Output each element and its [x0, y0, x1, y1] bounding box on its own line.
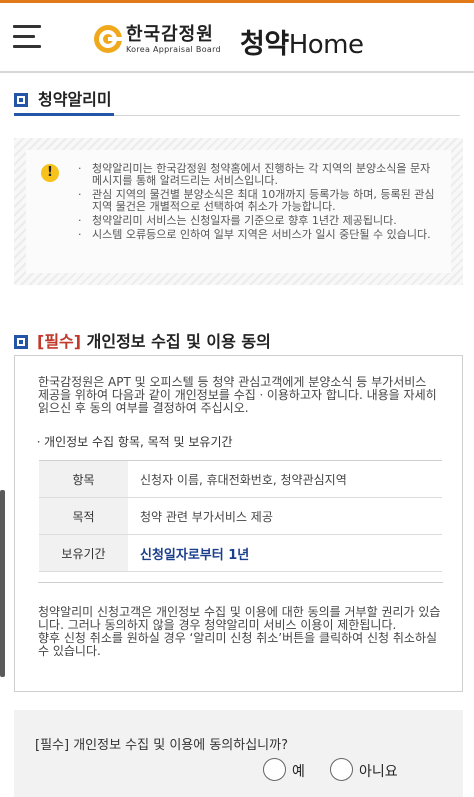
notice-item: 청약알리미 서비스는 신청일자를 기준으로 향후 1년간 제공됩니다. [78, 215, 436, 228]
consent-outro-text: 청약알리미 신청고객은 개인정보 수집 및 이용에 대한 동의를 거부할 권리가… [38, 606, 443, 658]
section-square-icon [14, 93, 28, 107]
consent-title-text: 개인정보 수집 및 이용 동의 [81, 332, 271, 351]
agree-no-radio[interactable]: 아니요 [330, 758, 420, 782]
agreement-question: [필수] 개인정보 수집 및 이용에 동의하십니까? [35, 738, 288, 753]
notice-item: 관심 지역의 물건별 분양소식은 최대 10개까지 등록가능 하며, 등록된 관… [78, 189, 436, 213]
logo-english-text: Korea Appraisal Board [126, 45, 221, 54]
site-title: 청약Home [240, 22, 364, 61]
consent-intro-text: 한국감정원은 APT 및 오피스텔 등 청약 관심고객에게 분양소식 등 부가서… [38, 375, 437, 415]
table-row: 보유기간 신청일자로부터 1년 [39, 534, 442, 572]
consent-outro-refusal: 청약알리미 신청고객은 개인정보 수집 및 이용에 대한 동의를 거부할 권리가… [38, 605, 441, 632]
notice-box: ! 청약알리미는 한국감정원 청약홈에서 진행하는 각 지역의 분양소식을 문자… [14, 138, 463, 285]
radio-circle[interactable] [330, 758, 353, 781]
logo-korean-text: 한국감정원 [126, 24, 214, 45]
consent-content-box: 한국감정원은 APT 및 오피스텔 등 청약 관심고객에게 분양소식 등 부가서… [14, 355, 463, 692]
section-title-consent: [필수] 개인정보 수집 및 이용 동의 [37, 328, 271, 352]
agree-yes-label[interactable]: 예 [292, 761, 305, 781]
app-header: 한국감정원 Korea Appraisal Board 청약Home [0, 3, 474, 73]
notice-item: 시스템 오류등으로 인하여 일부 지역은 서비스가 일시 중단될 수 있습니다. [78, 229, 436, 242]
table-row-value: 청약 관련 부가서비스 제공 [128, 497, 442, 535]
kab-logo-icon [94, 25, 122, 53]
site-logo[interactable]: 한국감정원 Korea Appraisal Board 청약Home [92, 19, 392, 63]
radio-circle[interactable] [263, 758, 286, 781]
table-row: 항목 신청자 이름, 휴대전화번호, 청약관심지역 [39, 460, 442, 498]
table-row-label: 항목 [39, 460, 128, 498]
consent-box-divider [38, 582, 443, 583]
warning-icon: ! [41, 164, 59, 182]
hamburger-menu-icon[interactable] [13, 23, 43, 51]
consent-outro-cancel: 향후 신청 취소를 원하실 경우 ‘알리미 신청 취소’버튼을 클릭하여 신청 … [38, 631, 438, 658]
table-row-value: 신청자 이름, 휴대전화번호, 청약관심지역 [128, 460, 442, 498]
notice-item: 청약알리미는 한국감정원 청약홈에서 진행하는 각 지역의 분양소식을 문자메시… [78, 163, 436, 187]
scrollbar-thumb[interactable] [0, 490, 5, 677]
site-title-korean: 청약 [240, 29, 289, 60]
agree-yes-radio[interactable]: 예 [263, 758, 323, 782]
table-row: 목적 청약 관련 부가서비스 제공 [39, 497, 442, 535]
consent-subheading: ㆍ개인정보 수집 항목, 목적 및 보유기간 [33, 435, 233, 449]
site-title-english: Home [288, 30, 364, 60]
consent-info-table: 항목 신청자 이름, 휴대전화번호, 청약관심지역 목적 청약 관련 부가서비스… [39, 460, 442, 572]
notice-list: 청약알리미는 한국감정원 청약홈에서 진행하는 각 지역의 분양소식을 문자메시… [78, 163, 436, 243]
retention-period-value: 신청일자로부터 1년 [128, 534, 442, 572]
section-title-underline [14, 113, 114, 116]
agree-no-label[interactable]: 아니요 [359, 761, 398, 781]
table-row-label: 목적 [39, 497, 128, 535]
section-title-alarm: 청약알리미 [38, 90, 112, 109]
table-row-label: 보유기간 [39, 534, 128, 572]
required-tag: [필수] [37, 332, 82, 351]
section-square-icon [14, 335, 28, 349]
agreement-panel: [필수] 개인정보 수집 및 이용에 동의하십니까? 예 아니요 [14, 710, 463, 797]
